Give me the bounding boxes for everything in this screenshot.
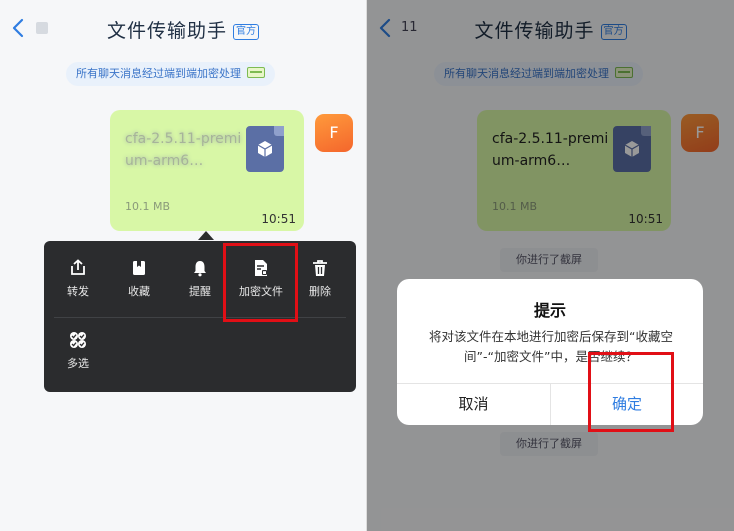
avatar[interactable]: F [315, 114, 353, 152]
menu-pointer [198, 231, 214, 240]
menu-item-delete[interactable]: 删除 [292, 259, 348, 317]
encryption-notice: 所有聊天消息经过端到端加密处理 [66, 62, 275, 86]
menu-item-forward-label: 转发 [67, 285, 89, 298]
context-menu: 转发 收藏 提醒 加密文件 删除 多选 [44, 241, 356, 392]
menu-item-remind-label: 提醒 [189, 285, 211, 298]
menu-item-remind[interactable]: 提醒 [172, 259, 228, 317]
encryption-notice-text: 所有聊天消息经过端到端加密处理 [76, 67, 241, 80]
menu-item-favorite[interactable]: 收藏 [111, 259, 167, 317]
file-cube-icon [246, 126, 284, 172]
modal-overlay[interactable] [367, 0, 734, 531]
message-time: 10:51 [261, 212, 296, 226]
menu-item-favorite-label: 收藏 [128, 285, 150, 298]
bookmark-icon [130, 259, 148, 277]
page-title: 文件传输助手 官方 [0, 16, 366, 43]
bell-icon [191, 259, 209, 277]
file-size: 10.1 MB [125, 200, 171, 213]
menu-item-delete-label: 删除 [309, 285, 331, 298]
screenshot-stage: 文件传输助手 官方 所有聊天消息经过端到端加密处理 cfa-2.5.11-prem… [0, 0, 734, 531]
multi-select-icon [69, 331, 87, 349]
share-icon [69, 259, 87, 277]
trash-icon [311, 259, 329, 277]
highlight-box-encrypt [223, 243, 298, 322]
menu-item-multi-select-label: 多选 [67, 357, 89, 370]
dialog-title: 提示 [533, 301, 566, 320]
left-chat-screen: 文件传输助手 官方 所有聊天消息经过端到端加密处理 cfa-2.5.11-prem… [0, 0, 366, 531]
chat-title: 文件传输助手 [106, 20, 227, 42]
highlight-box-confirm [588, 352, 674, 432]
cancel-button[interactable]: 取消 [397, 383, 550, 425]
menu-item-forward[interactable]: 转发 [50, 259, 106, 317]
encryption-icon [247, 67, 265, 78]
menu-divider [54, 317, 346, 318]
file-message-bubble[interactable]: cfa-2.5.11-premium-arm6… 10.1 MB 10:51 [110, 110, 304, 231]
menu-item-multi-select[interactable]: 多选 [50, 331, 106, 389]
file-name: cfa-2.5.11-premium-arm6… [125, 131, 242, 169]
right-chat-screen: 11 文件传输助手 官方 所有聊天消息经过端到端加密处理 cfa-2.5.11-p… [367, 0, 734, 531]
official-tag: 官方 [233, 24, 259, 40]
